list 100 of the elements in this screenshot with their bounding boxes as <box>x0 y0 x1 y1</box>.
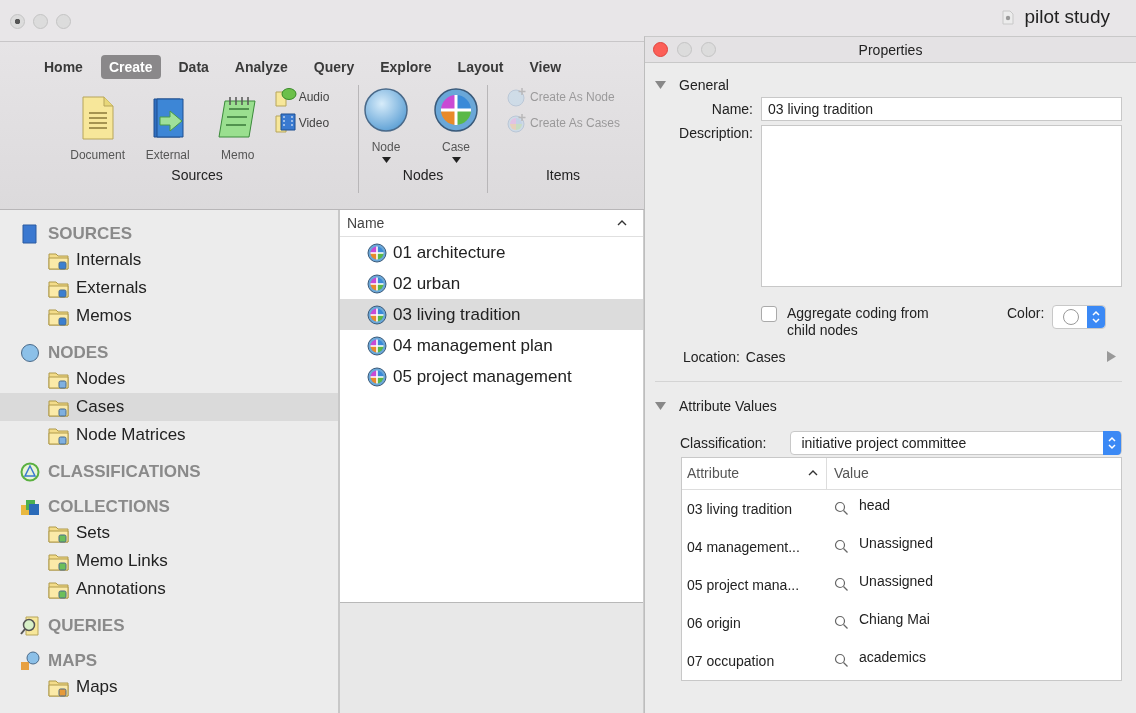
folder-icon <box>48 397 70 417</box>
ribbon-button[interactable]: Document <box>64 87 131 161</box>
sidebar-item[interactable]: Annotations <box>0 575 338 603</box>
case-row[interactable]: 03 living tradition <box>340 299 643 330</box>
table-cell: head <box>859 496 891 513</box>
ribbon-button[interactable]: Video <box>274 113 330 133</box>
classification-icon <box>20 462 40 482</box>
sidebar-item[interactable]: Node Matrices <box>0 421 338 449</box>
search-icon[interactable] <box>834 577 849 593</box>
table-cell: 04 management... <box>687 538 800 555</box>
ribbon-tab[interactable]: Create <box>100 55 161 79</box>
folder-icon <box>48 551 70 571</box>
case-icon <box>367 366 387 387</box>
document-icon <box>79 95 116 141</box>
folder-icon <box>48 278 70 298</box>
ribbon-button[interactable]: External <box>134 87 201 161</box>
ribbon-tab[interactable]: Query <box>305 55 363 79</box>
description-field[interactable] <box>761 125 1122 287</box>
folder-icon <box>48 425 70 445</box>
column-header[interactable]: Attribute <box>687 465 740 482</box>
ribbon-tab[interactable]: Home <box>36 55 91 79</box>
speech-bubble-icon <box>274 87 297 107</box>
table-cell: Chiang Mai <box>859 610 930 627</box>
cubes-icon <box>20 497 40 517</box>
window-close-button[interactable] <box>10 14 25 29</box>
folder-icon <box>48 306 70 326</box>
case-row[interactable]: 02 urban <box>340 268 643 299</box>
table-cell: 06 origin <box>687 614 741 631</box>
sidebar-item[interactable]: Nodes <box>0 365 338 393</box>
ribbon-button[interactable]: Memo <box>204 87 271 161</box>
book-icon <box>20 224 40 244</box>
sphere-icon <box>20 343 40 363</box>
window-title: Properties <box>858 41 923 58</box>
ribbon-tab[interactable]: Data <box>170 55 217 79</box>
stepper-icon <box>1107 435 1117 450</box>
case-row[interactable]: 01 architecture <box>340 237 643 268</box>
ribbon-button[interactable]: Case <box>423 87 489 163</box>
search-icon[interactable] <box>834 653 849 669</box>
ribbon-button[interactable]: Audio <box>274 87 330 107</box>
sidebar-item[interactable]: Cases <box>0 393 338 421</box>
sidebar-item[interactable]: Sets <box>0 519 338 547</box>
ribbon-button[interactable]: Node <box>353 87 419 163</box>
search-icon[interactable] <box>834 539 849 555</box>
sidebar-item[interactable]: Internals <box>0 246 338 274</box>
case-icon <box>367 304 387 325</box>
add-case-icon <box>505 113 528 133</box>
folder-icon <box>48 250 70 270</box>
ribbon-tab[interactable]: Explore <box>372 55 440 79</box>
window-close-button[interactable] <box>653 42 668 57</box>
sort-icon[interactable] <box>617 220 627 226</box>
table-cell: Unassigned <box>859 534 933 551</box>
table-cell: academics <box>859 648 926 665</box>
search-icon[interactable] <box>834 615 849 631</box>
ribbon-tab[interactable]: Layout <box>449 55 512 79</box>
ribbon-tab[interactable]: View <box>521 55 570 79</box>
folder-icon <box>48 677 70 697</box>
section-header[interactable]: Attribute Values <box>655 397 777 414</box>
folder-icon <box>48 579 70 599</box>
column-header[interactable]: Value <box>834 465 869 482</box>
folder-icon <box>48 523 70 543</box>
ribbon-tab[interactable]: Analyze <box>226 55 296 79</box>
case-icon <box>367 335 387 356</box>
folder-icon <box>48 369 70 389</box>
name-field[interactable]: 03 living tradition <box>761 97 1122 121</box>
aggregate-checkbox[interactable]: Aggregate coding from child nodes <box>761 305 981 339</box>
classification-dropdown[interactable]: initiative project committee <box>790 430 1122 455</box>
add-sphere-icon <box>505 87 528 107</box>
section-header[interactable]: General <box>655 77 729 93</box>
sidebar-item[interactable]: Externals <box>0 274 338 302</box>
sidebar-item[interactable]: Memo Links <box>0 547 338 575</box>
location-value: Cases <box>745 348 787 365</box>
field-label: Classification: <box>680 434 767 451</box>
ribbon-group-label: Sources <box>171 167 223 185</box>
table-cell: 07 occupation <box>687 652 775 669</box>
film-icon <box>274 113 297 133</box>
window-title: pilot study <box>1024 6 1110 28</box>
ribbon-group-label: Items <box>545 167 581 185</box>
ribbon-group-label: Nodes <box>402 167 444 185</box>
field-label: Color: <box>1007 305 1045 321</box>
case-icon <box>433 87 479 133</box>
case-icon <box>367 273 387 294</box>
case-row[interactable]: 05 project management <box>340 361 643 392</box>
sidebar-item[interactable]: Memos <box>0 302 338 330</box>
column-header[interactable]: Name <box>347 215 385 231</box>
table-cell: 05 project mana... <box>687 576 800 593</box>
sidebar-item[interactable]: Maps <box>0 673 338 701</box>
field-label: Name: <box>710 101 753 117</box>
color-picker[interactable] <box>1052 305 1107 329</box>
query-icon <box>20 616 40 636</box>
table-cell: Unassigned <box>859 572 933 589</box>
case-icon <box>367 242 387 263</box>
case-row[interactable]: 04 management plan <box>340 330 643 361</box>
table-cell: 03 living tradition <box>687 500 793 517</box>
document-icon <box>1002 9 1015 25</box>
field-label: Description: <box>678 125 753 141</box>
field-label: Location: <box>683 348 740 365</box>
map-icon <box>20 651 40 671</box>
stepper-icon <box>1091 310 1102 324</box>
search-icon[interactable] <box>834 501 849 517</box>
sort-icon[interactable] <box>808 470 818 477</box>
